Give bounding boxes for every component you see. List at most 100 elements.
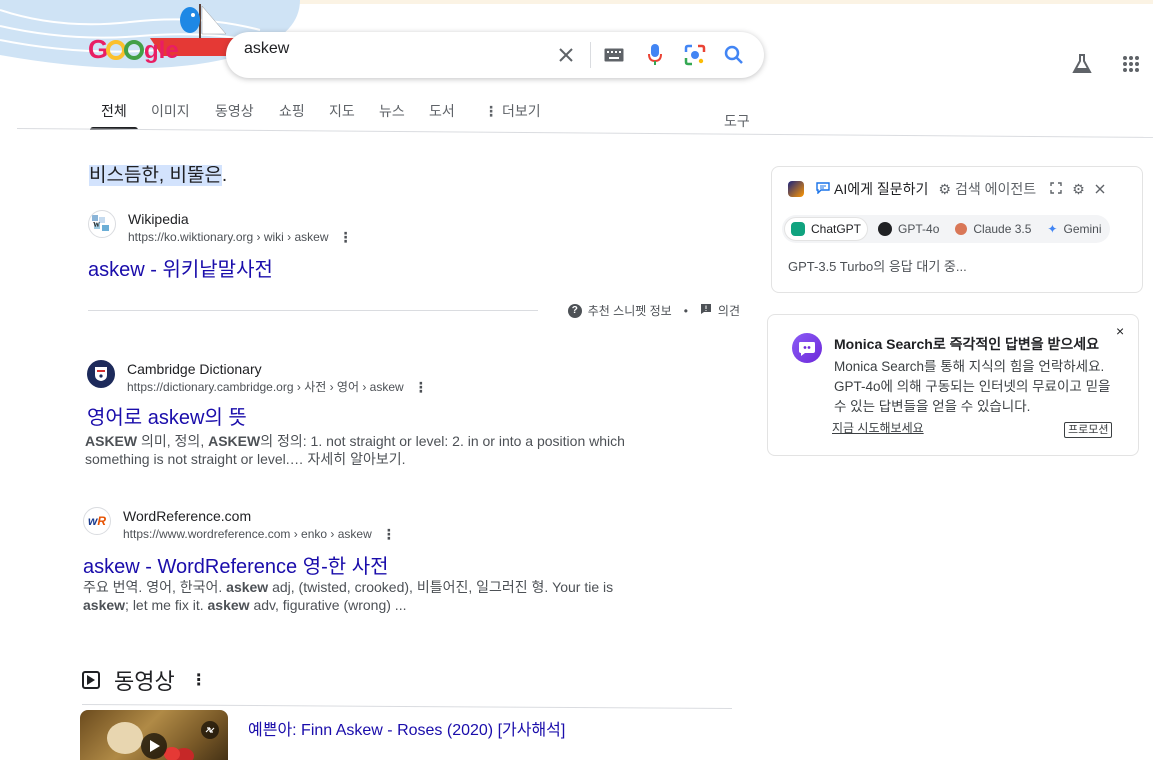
wordreference-source[interactable]: wR WordReference.com https://www.wordref… xyxy=(83,507,396,543)
video-thumbnail[interactable] xyxy=(80,710,228,760)
tools-button[interactable]: 도구 xyxy=(724,111,750,131)
source-name: Cambridge Dictionary xyxy=(127,361,262,377)
result-description: ASKEW 의미, 정의, ASKEW의 정의: 1. not straight… xyxy=(85,432,665,468)
wordreference-source-text: WordReference.com https://www.wordrefere… xyxy=(123,507,396,543)
cambridge-favicon xyxy=(87,360,115,388)
search-divider xyxy=(590,42,591,68)
keyboard-icon[interactable] xyxy=(602,43,626,67)
feedback-icon xyxy=(700,303,712,318)
monica-promo-panel: Monica Search로 즉각적인 답변을 받으세요 Monica Sear… xyxy=(767,314,1139,456)
cambridge-source-text: Cambridge Dictionary https://dictionary.… xyxy=(127,360,428,396)
search-box[interactable]: askew xyxy=(226,32,764,78)
tab-more-label: 더보기 xyxy=(502,103,541,119)
snippet-rest: . xyxy=(221,165,228,186)
svg-text:gle: gle xyxy=(144,37,179,64)
model-chatgpt[interactable]: ChatGPT xyxy=(784,217,869,241)
source-name: WordReference.com xyxy=(123,508,252,524)
desc-line-1: ASKEW 의미, 정의, ASKEW의 정의: 1. not straight… xyxy=(85,433,625,449)
close-icon[interactable] xyxy=(1095,181,1105,197)
source-url: https://www.wordreference.com › enko › a… xyxy=(123,527,372,541)
help-icon: ? xyxy=(567,303,582,318)
svg-text:W: W xyxy=(93,221,100,229)
search-tabs: 전체 이미지 동영상 쇼핑 지도 뉴스 도서 ⋮ 더보기 도구 xyxy=(0,95,760,131)
chatgpt-icon xyxy=(791,222,805,236)
footer-separator: • xyxy=(683,303,688,318)
footer-items: ? 추천 스니펫 정보 • 의견 xyxy=(567,302,740,319)
ai-sidebar-panel: AI에게 질문하기 ⚙ 검색 에이전트 ⚙ ChatGPT GPT-4o Cla… xyxy=(771,166,1143,293)
model-gpt4o[interactable]: GPT-4o xyxy=(872,218,945,240)
ask-ai-tab[interactable]: AI에게 질문하기 xyxy=(834,179,928,199)
source-url-row: https://dictionary.cambridge.org › 사전 › … xyxy=(127,378,428,396)
tab-videos[interactable]: 동영상 xyxy=(215,101,254,121)
voice-search-icon[interactable] xyxy=(643,43,667,67)
more-options-icon[interactable]: ⋮ xyxy=(382,525,396,543)
snippet-highlight: 비스듬한, 비뚤은 xyxy=(89,165,222,186)
more-options-icon[interactable]: ⋮ xyxy=(339,228,353,246)
desc-line-2: something is not straight or level.… 자세히… xyxy=(85,451,406,467)
desc-line-1: 주요 번역. 영어, 한국어. askew adj, (twisted, cro… xyxy=(83,579,614,595)
model-selector: ChatGPT GPT-4o Claude 3.5 ✦ Gemini xyxy=(782,215,1110,243)
tab-shopping[interactable]: 쇼핑 xyxy=(279,101,305,121)
expand-icon[interactable] xyxy=(1050,181,1062,197)
result-title-link[interactable]: 영어로 askew의 뜻 xyxy=(87,401,247,430)
feedback-link[interactable]: 의견 xyxy=(718,302,740,319)
monica-title: Monica Search로 즉각적인 답변을 받으세요 xyxy=(834,336,1100,352)
videos-heading: 동영상 xyxy=(114,669,175,694)
videos-section-header: 동영상 ⋮ xyxy=(82,664,207,696)
model-gemini[interactable]: ✦ Gemini xyxy=(1041,218,1107,240)
source-url-row: https://ko.wiktionary.org › wiki › askew… xyxy=(128,228,353,246)
result-title-link[interactable]: askew - WordReference 영-한 사전 xyxy=(83,550,389,579)
tab-maps[interactable]: 지도 xyxy=(329,101,355,121)
search-agent-tab[interactable]: 검색 에이전트 xyxy=(955,179,1036,199)
clear-icon[interactable] xyxy=(554,43,578,67)
featured-snippet-footer: ? 추천 스니펫 정보 • 의견 xyxy=(88,302,740,322)
apps-grid-icon[interactable] xyxy=(1119,52,1143,76)
featured-snippet-text: 비스듬한, 비뚤은. xyxy=(89,160,227,187)
model-claude[interactable]: Claude 3.5 xyxy=(949,218,1037,240)
about-featured-snippets-link[interactable]: 추천 스니펫 정보 xyxy=(588,302,672,319)
search-input[interactable]: askew xyxy=(244,40,289,58)
settings-icon[interactable]: ⚙ xyxy=(1072,181,1085,198)
result-description: 주요 번역. 영어, 한국어. askew adj, (twisted, cro… xyxy=(83,578,663,614)
desc-line-2: askew; let me fix it. askew adv, figurat… xyxy=(83,597,407,613)
featured-result-title-link[interactable]: askew - 위키낱말사전 xyxy=(88,253,273,282)
tab-more[interactable]: ⋮ 더보기 xyxy=(484,101,541,121)
close-icon[interactable]: × xyxy=(1116,323,1124,339)
more-kebab-icon: ⋮ xyxy=(484,103,498,119)
wiktionary-favicon: W xyxy=(88,210,116,238)
svg-text:G: G xyxy=(88,34,108,64)
monica-body: Monica Search를 통해 지식의 힘을 언락하세요. GPT-4o에 … xyxy=(834,359,1111,414)
cambridge-source[interactable]: Cambridge Dictionary https://dictionary.… xyxy=(87,360,428,396)
video-title-link[interactable]: 예쁜아: Finn Askew - Roses (2020) [가사해석] xyxy=(248,716,565,740)
agent-gear-icon: ⚙ xyxy=(938,180,951,197)
wikipedia-source-text: Wikipedia https://ko.wiktionary.org › wi… xyxy=(128,210,353,246)
labs-flask-icon[interactable] xyxy=(1070,52,1094,76)
gemini-icon: ✦ xyxy=(1047,222,1058,236)
promo-badge: 프로모션 xyxy=(1064,422,1113,438)
ai-status-text: GPT-3.5 Turbo의 응답 대기 중... xyxy=(788,259,967,274)
tab-books[interactable]: 도서 xyxy=(429,101,455,121)
more-options-icon[interactable]: ⋮ xyxy=(191,670,207,690)
videos-divider xyxy=(81,704,732,709)
tab-news[interactable]: 뉴스 xyxy=(379,101,405,121)
claude-icon xyxy=(955,223,968,235)
tab-images[interactable]: 이미지 xyxy=(151,101,190,121)
extension-logo-icon xyxy=(788,181,804,197)
chat-icon xyxy=(816,181,830,197)
wikipedia-source[interactable]: W Wikipedia https://ko.wiktionary.org › … xyxy=(88,210,353,246)
openai-icon xyxy=(878,222,893,236)
source-name: Wikipedia xyxy=(128,211,189,227)
search-icon[interactable] xyxy=(722,43,746,67)
ai-panel-header: AI에게 질문하기 ⚙ 검색 에이전트 ⚙ xyxy=(788,179,1105,199)
wordreference-favicon: wR xyxy=(83,507,111,535)
source-url: https://ko.wiktionary.org › wiki › askew xyxy=(128,230,329,244)
lens-icon[interactable] xyxy=(683,43,707,67)
footer-divider xyxy=(88,310,538,311)
more-options-icon[interactable]: ⋮ xyxy=(414,378,428,396)
source-url-row: https://www.wordreference.com › enko › a… xyxy=(123,525,396,543)
monica-logo-icon xyxy=(792,333,822,363)
source-url: https://dictionary.cambridge.org › 사전 › … xyxy=(127,380,404,394)
video-play-icon xyxy=(82,671,100,689)
tab-all[interactable]: 전체 xyxy=(101,101,127,121)
try-now-link[interactable]: 지금 시도해보세요 xyxy=(832,419,924,436)
